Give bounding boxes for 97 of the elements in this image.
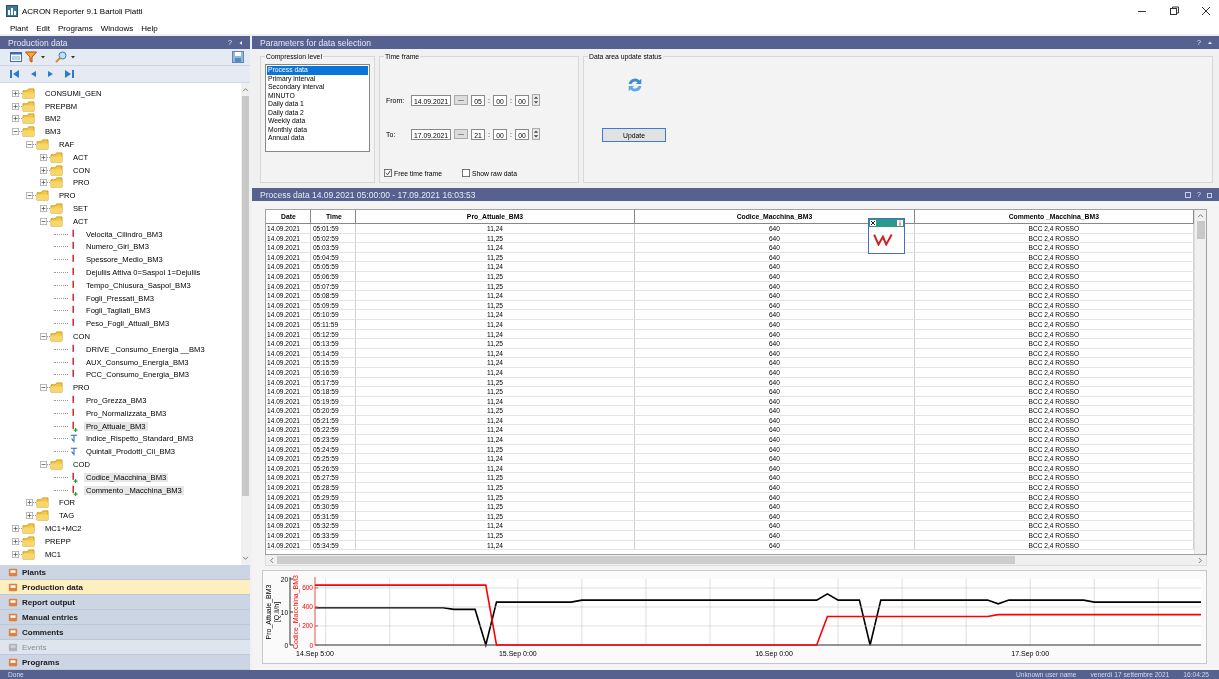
collapse-icon[interactable] [40, 217, 47, 225]
folder-icon [50, 164, 63, 176]
navigation-item[interactable]: Programs [0, 655, 250, 670]
folder-icon [36, 497, 49, 509]
folder-icon [50, 203, 63, 215]
scroll-down-icon[interactable] [242, 556, 249, 561]
spinner-icon[interactable] [531, 94, 540, 106]
y-axis [314, 576, 319, 646]
folder-icon [22, 87, 35, 99]
folder-icon [36, 510, 49, 522]
collapse-icon[interactable] [1207, 39, 1213, 46]
expand-icon[interactable] [40, 179, 47, 187]
spinner-icon[interactable] [531, 128, 540, 140]
folder-icon [50, 459, 63, 470]
section-icon [8, 627, 18, 637]
navigation-item[interactable]: Report output [0, 595, 250, 610]
table-icon[interactable] [10, 51, 22, 63]
panel-title: Production data [8, 37, 68, 48]
scroll-up-icon[interactable] [1197, 213, 1204, 218]
navigation-item[interactable]: Comments [0, 625, 250, 640]
menu-item[interactable]: Programs [58, 23, 93, 33]
expand-icon[interactable] [12, 537, 19, 545]
scroll-right-icon[interactable] [1198, 556, 1203, 564]
expand-icon[interactable] [40, 153, 47, 161]
filter-icon[interactable] [25, 51, 37, 63]
folder-icon [22, 523, 35, 534]
first-icon[interactable] [10, 70, 20, 78]
scrollbar[interactable] [241, 83, 250, 565]
expand-icon[interactable] [26, 512, 33, 520]
section-icon [8, 642, 18, 652]
folder-icon [36, 190, 49, 202]
navigation-item[interactable]: Plants [0, 565, 250, 580]
expand-icon[interactable] [40, 166, 47, 174]
expand-icon[interactable] [12, 102, 19, 110]
folder-icon [50, 331, 63, 343]
floating-widget[interactable] [868, 218, 905, 254]
expand-icon[interactable] [12, 550, 19, 558]
folder-icon [50, 151, 63, 163]
section-icon [8, 567, 18, 577]
window-title: ACRON Reporter 9.1 Bartoli Piatti [22, 6, 143, 16]
expand-icon[interactable] [12, 89, 19, 97]
app-icon [6, 5, 18, 17]
save-icon[interactable] [232, 51, 244, 63]
scroll-left-icon[interactable] [269, 556, 274, 564]
close-icon[interactable] [1201, 6, 1211, 16]
folder-icon [50, 215, 63, 227]
sensor-added-icon [70, 420, 78, 432]
section-icon [8, 657, 18, 667]
folder-icon [22, 535, 35, 547]
scrollbar[interactable] [1194, 210, 1206, 554]
pin-icon[interactable] [238, 39, 244, 46]
panel-title: Parameters for data selection [260, 37, 372, 48]
refresh-icon [626, 76, 644, 94]
scrollbar[interactable] [265, 555, 1207, 566]
collapse-icon[interactable] [12, 128, 19, 136]
collapse-icon[interactable] [40, 333, 47, 341]
caret-icon[interactable] [40, 54, 46, 60]
maximize-icon[interactable] [1169, 6, 1179, 16]
folder-icon [22, 548, 35, 560]
expand-icon[interactable] [12, 115, 19, 123]
collapse-icon[interactable] [40, 461, 47, 468]
section-icon [8, 597, 18, 607]
caret-icon[interactable] [70, 54, 76, 60]
folder-icon [36, 139, 49, 151]
collapse-icon[interactable] [26, 192, 33, 200]
last-icon[interactable] [64, 70, 74, 78]
checkbox[interactable] [384, 169, 392, 177]
navigation-item[interactable]: Production data [0, 580, 250, 595]
menu-item[interactable]: Windows [100, 23, 134, 33]
menu-item[interactable]: Edit [36, 23, 51, 33]
folder-icon [50, 177, 63, 189]
restore-icon[interactable] [1207, 191, 1213, 198]
folder-icon [22, 126, 35, 138]
folder-icon [50, 382, 63, 394]
window-icon[interactable] [1185, 191, 1192, 198]
zigzag-icon [873, 232, 895, 246]
menu-item[interactable]: Help [141, 23, 158, 33]
checkbox[interactable] [461, 169, 470, 177]
scroll-thumb[interactable] [1196, 221, 1205, 239]
close-icon[interactable] [870, 220, 876, 226]
expand-icon[interactable] [12, 525, 19, 532]
scroll-up-icon[interactable] [242, 87, 249, 92]
expand-icon[interactable] [26, 499, 33, 507]
collapse-icon[interactable] [26, 141, 33, 149]
folder-icon [22, 100, 35, 112]
folder-icon [22, 113, 35, 125]
scroll-thumb[interactable] [277, 556, 1015, 564]
section-icon [8, 582, 18, 592]
navigation-item[interactable]: Manual entries [0, 610, 250, 625]
info-icon[interactable] [897, 220, 903, 226]
expand-icon[interactable] [40, 205, 47, 213]
section-icon [8, 612, 18, 622]
collapse-icon[interactable] [40, 384, 47, 392]
panel-title: Process data 14.09.2021 05:00:00 - 17.09.2021 16:03:53 [260, 189, 476, 200]
menu-item[interactable]: Plant [10, 23, 29, 33]
y-axis [289, 576, 294, 646]
scroll-thumb[interactable] [242, 96, 249, 496]
